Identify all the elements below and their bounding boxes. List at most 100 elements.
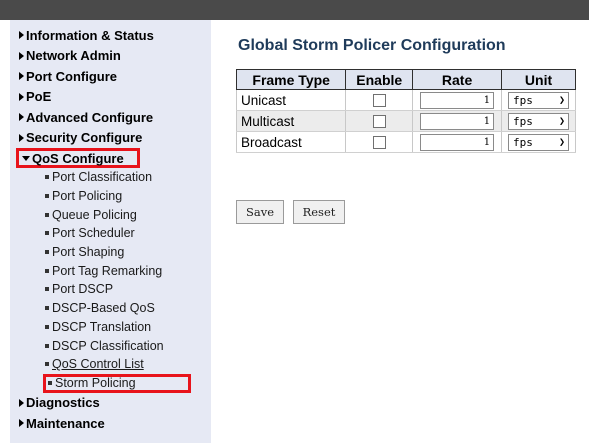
unit-select-value: fps	[513, 93, 533, 107]
sidebar-item-label: Information & Status	[26, 27, 154, 43]
bullet-icon	[45, 194, 49, 199]
caret-right-icon	[19, 51, 24, 60]
caret-down-icon	[22, 155, 30, 161]
rate-input[interactable]: 1	[420, 91, 495, 109]
sidebar-subitem-storm-policing[interactable]: Storm Policing	[43, 373, 191, 393]
page-title: Global Storm Policer Configuration	[238, 37, 506, 54]
bullet-icon	[45, 324, 49, 329]
sidebar-subitem-port-shaping[interactable]: Port Shaping	[10, 243, 211, 262]
column-header-enable: Enable	[345, 69, 414, 90]
sidebar-item-label: Network Admin	[26, 48, 121, 64]
sidebar-subitem-port-dscp[interactable]: Port DSCP	[10, 280, 211, 299]
sidebar-item-label: Security Configure	[26, 130, 143, 146]
sidebar-subitem-queue-policing[interactable]: Queue Policing	[10, 205, 211, 224]
sidebar-item-security-configure[interactable]: Security Configure	[10, 128, 211, 149]
sidebar-subitem-port-scheduler[interactable]: Port Scheduler	[10, 224, 211, 243]
unit-select-value: fps	[513, 135, 533, 149]
column-header-rate: Rate	[412, 69, 503, 90]
caret-right-icon	[19, 398, 24, 407]
chevron-down-icon: ❯	[558, 136, 566, 148]
unit-cell: fps ❯	[501, 89, 576, 111]
main-content: Global Storm Policer Configuration Frame…	[235, 20, 589, 443]
caret-right-icon	[19, 72, 24, 81]
sidebar-item-poe[interactable]: PoE	[10, 87, 211, 108]
table-row: Multicast 1 fps ❯	[235, 110, 576, 132]
sidebar-item-label: Maintenance	[26, 415, 105, 431]
sidebar-subitem-port-tag-remarking[interactable]: Port Tag Remarking	[10, 261, 211, 280]
sidebar-item-label: PoE	[26, 89, 52, 105]
unit-select-value: fps	[513, 114, 533, 128]
sidebar-item-label: Port Configure	[26, 68, 117, 84]
caret-right-icon	[19, 31, 24, 40]
caret-right-icon	[19, 419, 24, 428]
bullet-icon	[45, 212, 49, 217]
enable-checkbox[interactable]	[372, 136, 386, 150]
enable-checkbox[interactable]	[372, 94, 386, 108]
sidebar-subitem-port-classification[interactable]: Port Classification	[10, 168, 211, 187]
enable-cell	[345, 131, 414, 153]
bullet-icon	[48, 381, 52, 386]
sidebar-subitem-label: Port Policing	[52, 189, 123, 204]
sidebar-subitem-dscp-based-qos[interactable]: DSCP-Based QoS	[10, 299, 211, 318]
sidebar-subitem-label: Port Scheduler	[52, 226, 135, 241]
unit-select[interactable]: fps ❯	[508, 91, 570, 109]
sidebar-subitem-port-policing[interactable]: Port Policing	[10, 187, 211, 206]
sidebar-item-advanced-configure[interactable]: Advanced Configure	[10, 107, 211, 128]
rate-cell: 1	[412, 89, 503, 111]
bullet-icon	[45, 250, 49, 255]
frame-type-cell: Unicast	[235, 89, 347, 111]
sidebar-subitem-label: DSCP Translation	[52, 319, 152, 334]
save-button[interactable]: Save	[236, 200, 284, 224]
sidebar-item-information-status[interactable]: Information & Status	[10, 25, 211, 46]
storm-policer-table: Frame Type Enable Rate Unit Unicast 1 fp…	[235, 69, 576, 153]
reset-button[interactable]: Reset	[293, 200, 345, 224]
sidebar-item-label: Advanced Configure	[26, 109, 154, 125]
sidebar-item-port-configure[interactable]: Port Configure	[10, 66, 211, 87]
enable-checkbox[interactable]	[372, 115, 386, 129]
bullet-icon	[45, 268, 49, 273]
unit-cell: fps ❯	[501, 131, 576, 153]
column-header-unit: Unit	[501, 69, 576, 90]
sidebar-subitem-dscp-translation[interactable]: DSCP Translation	[10, 318, 211, 337]
chevron-down-icon: ❯	[558, 115, 566, 127]
sidebar-item-label: Diagnostics	[26, 395, 100, 411]
sidebar-item-qos-configure[interactable]: QoS Configure	[16, 148, 140, 168]
table-header-row: Frame Type Enable Rate Unit	[235, 69, 576, 90]
sidebar-subitem-label: Port DSCP	[52, 282, 114, 297]
sidebar-subitem-label: Storm Policing	[55, 376, 136, 391]
unit-select[interactable]: fps ❯	[508, 133, 570, 151]
bullet-icon	[45, 306, 49, 311]
sidebar-subitem-dscp-classification[interactable]: DSCP Classification	[10, 336, 211, 355]
rate-cell: 1	[412, 131, 503, 153]
sidebar-subitem-label: DSCP Classification	[52, 338, 164, 353]
caret-right-icon	[19, 113, 24, 122]
enable-cell	[345, 110, 414, 132]
caret-right-icon	[19, 92, 24, 101]
frame-type-cell: Broadcast	[235, 131, 347, 153]
sidebar-nav: Information & Status Network Admin Port …	[10, 20, 211, 443]
unit-select[interactable]: fps ❯	[508, 112, 570, 130]
sidebar-subitem-qos-control-list[interactable]: QoS Control List	[10, 355, 211, 374]
rate-input[interactable]: 1	[420, 112, 495, 130]
sidebar-subitem-label: Port Classification	[52, 170, 153, 185]
unit-cell: fps ❯	[501, 110, 576, 132]
bullet-icon	[45, 287, 49, 292]
chevron-down-icon: ❯	[558, 94, 566, 106]
enable-cell	[345, 89, 414, 111]
sidebar-subitem-label: DSCP-Based QoS	[52, 301, 155, 316]
rate-cell: 1	[412, 110, 503, 132]
sidebar-subitem-label: Port Shaping	[52, 245, 125, 260]
sidebar-item-diagnostics[interactable]: Diagnostics	[10, 393, 211, 414]
bullet-icon	[45, 362, 49, 367]
top-bar	[0, 0, 589, 20]
frame-type-cell: Multicast	[235, 110, 347, 132]
column-header-frame-type: Frame Type	[235, 69, 347, 90]
caret-right-icon	[19, 133, 24, 142]
sidebar-item-network-admin[interactable]: Network Admin	[10, 46, 211, 67]
sidebar-subitem-label: Queue Policing	[52, 207, 137, 222]
bullet-icon	[45, 343, 49, 348]
rate-input[interactable]: 1	[420, 133, 495, 151]
table-row: Broadcast 1 fps ❯	[235, 131, 576, 153]
table-row: Unicast 1 fps ❯	[235, 89, 576, 111]
sidebar-item-maintenance[interactable]: Maintenance	[10, 413, 211, 434]
